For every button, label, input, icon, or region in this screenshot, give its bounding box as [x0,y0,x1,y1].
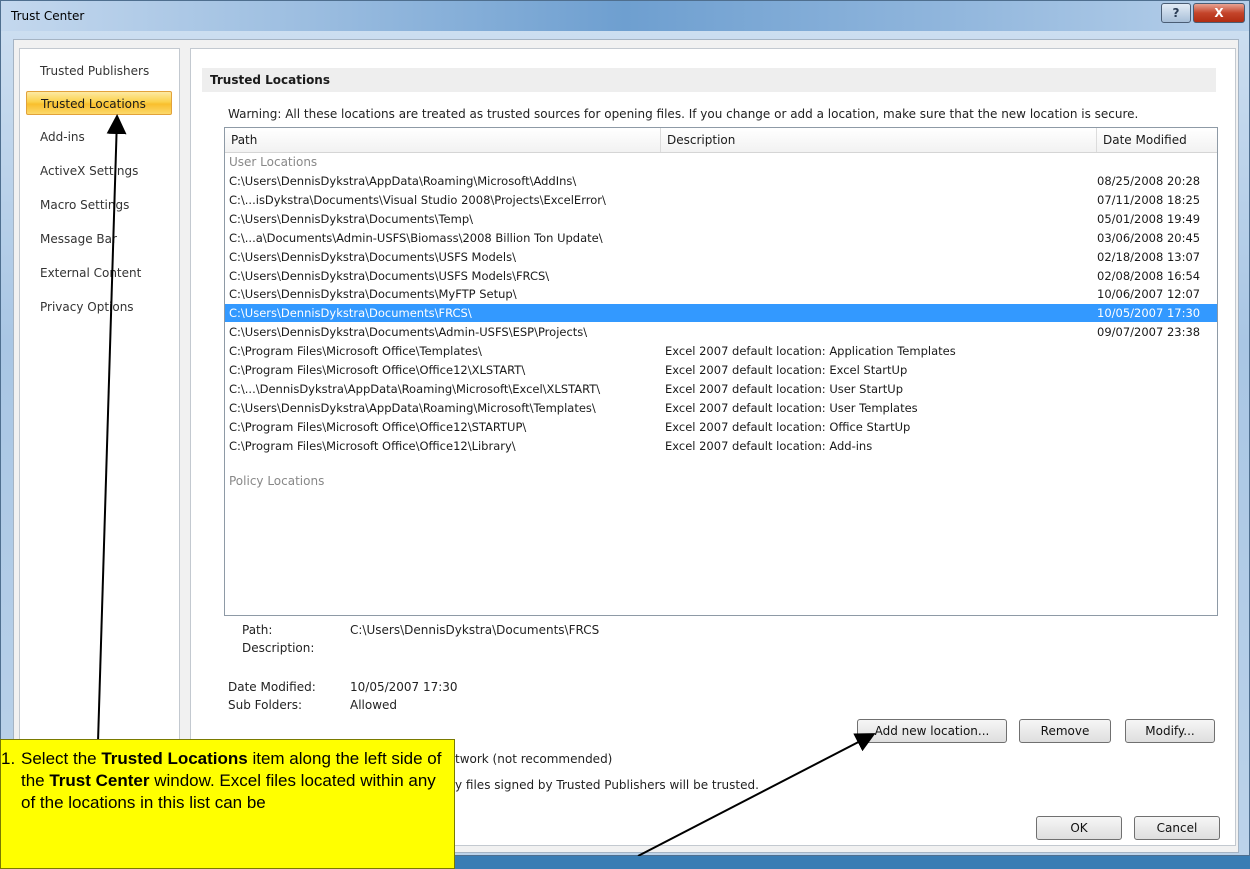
list-row[interactable]: C:\...\DennisDykstra\AppData\Roaming\Mic… [225,380,1217,398]
row-description: Excel 2007 default location: Excel Start… [665,363,908,377]
list-row[interactable]: C:\Users\DennisDykstra\Documents\USFS Mo… [225,267,1217,285]
list-row[interactable]: C:\Program Files\Microsoft Office\Office… [225,418,1217,436]
row-path: C:\Users\DennisDykstra\AppData\Roaming\M… [229,400,596,415]
sidebar-item-activex-settings[interactable]: ActiveX Settings [26,159,172,183]
allow-network-locations-text[interactable]: twork (not recommended) [455,752,612,766]
list-row[interactable]: C:\...a\Documents\Admin-USFS\Biomass\200… [225,229,1217,247]
row-description: Excel 2007 default location: Application… [665,344,956,359]
list-row[interactable]: C:\Program Files\Microsoft Office\Office… [225,437,1217,455]
row-path: C:\Users\DennisDykstra\Documents\USFS Mo… [229,249,516,264]
row-path: C:\Program Files\Microsoft Office\Office… [229,438,516,453]
row-date: 02/08/2008 16:54 [1097,268,1201,283]
column-header-description[interactable]: Description [661,128,1097,152]
title-bar[interactable]: Trust Center ? X [1,1,1249,31]
details-subfolders-label: Sub Folders: [228,698,303,712]
details-subfolders-value: Allowed [350,698,398,712]
list-row[interactable]: C:\Users\DennisDykstra\Documents\Temp\ 05… [225,210,1217,228]
row-date: 07/11/2008 18:25 [1097,192,1201,207]
sidebar-item-trusted-publishers[interactable]: Trusted Publishers [26,59,172,83]
sidebar-item-message-bar[interactable]: Message Bar [26,227,172,251]
row-date: 08/25/2008 20:28 [1097,174,1201,188]
row-date: 10/05/2007 17:30 [1097,306,1201,321]
list-row[interactable]: C:\Users\DennisDykstra\Documents\FRCS\ 10… [225,304,1217,323]
instruction-callout: 1. Select the Trusted Locations item alo… [0,739,455,869]
row-date: 10/06/2007 12:07 [1097,287,1201,302]
row-path: C:\Program Files\Microsoft Office\Office… [229,363,526,377]
ok-button[interactable]: OK [1036,816,1122,840]
window-title: Trust Center [11,9,85,23]
row-path: C:\...\DennisDykstra\AppData\Roaming\Mic… [229,381,601,396]
list-header: Path Description Date Modified [225,128,1217,153]
row-path: C:\Program Files\Microsoft Office\Office… [229,419,527,434]
list-row[interactable]: C:\Users\DennisDykstra\AppData\Roaming\M… [225,172,1217,190]
column-header-date-modified[interactable]: Date Modified [1097,128,1217,152]
details-date-value: 10/05/2007 17:30 [350,680,458,694]
row-path: C:\Users\DennisDykstra\AppData\Roaming\M… [229,174,577,188]
sidebar-item-trusted-locations[interactable]: Trusted Locations [26,91,172,115]
warning-text: Warning: All these locations are treated… [228,107,1139,121]
list-row[interactable]: C:\Users\DennisDykstra\Documents\USFS Mo… [225,248,1217,266]
row-path: C:\Users\DennisDykstra\Documents\FRCS\ [229,306,472,321]
details-path-value: C:\Users\DennisDykstra\Documents\FRCS [350,623,600,637]
details-date-label: Date Modified: [228,680,316,694]
remove-button[interactable]: Remove [1019,719,1111,743]
row-path: C:\Program Files\Microsoft Office\Templa… [229,344,482,359]
add-new-location-button[interactable]: Add new location... [857,719,1007,743]
row-date: 05/01/2008 19:49 [1097,211,1201,226]
list-row[interactable]: C:\Program Files\Microsoft Office\Office… [225,361,1217,379]
list-row[interactable]: C:\Users\DennisDykstra\Documents\MyFTP S… [225,285,1217,303]
row-path: C:\...isDykstra\Documents\Visual Studio … [229,192,606,207]
modify-button[interactable]: Modify... [1125,719,1215,743]
callout-bold-trust-center: Trust Center [49,771,150,790]
row-date: 02/18/2008 13:07 [1097,249,1201,264]
close-button[interactable]: X [1193,3,1245,23]
row-path: C:\...a\Documents\Admin-USFS\Biomass\200… [229,230,603,245]
group-label-user-locations: User Locations [229,155,318,169]
list-row[interactable]: C:\Users\DennisDykstra\Documents\Admin-U… [225,323,1217,341]
row-description: Excel 2007 default location: Office Star… [665,419,911,434]
row-date: 03/06/2008 20:45 [1097,230,1201,245]
row-path: C:\Users\DennisDykstra\Documents\Temp\ [229,211,473,226]
row-description: Excel 2007 default location: Add-ins [665,438,873,453]
row-date: 09/07/2007 23:38 [1097,325,1201,340]
details-path-label: Path: [242,623,273,637]
details-description-label: Description: [242,641,315,655]
row-description: Excel 2007 default location: User StartU… [665,381,903,396]
row-description: Excel 2007 default location: User Templa… [665,400,918,415]
sidebar-item-privacy-options[interactable]: Privacy Options [26,295,172,319]
list-row[interactable]: C:\Users\DennisDykstra\AppData\Roaming\M… [225,399,1217,417]
list-row[interactable]: C:\Program Files\Microsoft Office\Templa… [225,342,1217,360]
group-label-policy-locations: Policy Locations [229,474,325,488]
sidebar-item-add-ins[interactable]: Add-ins [26,125,172,149]
sidebar: Trusted Publishers Trusted Locations Add… [19,48,180,748]
callout-number: 1. [1,749,16,768]
help-button[interactable]: ? [1161,3,1191,23]
row-path: C:\Users\DennisDykstra\Documents\MyFTP S… [229,287,517,302]
row-path: C:\Users\DennisDykstra\Documents\USFS Mo… [229,268,550,283]
row-path: C:\Users\DennisDykstra\Documents\Admin-U… [229,325,588,340]
callout-bold-trusted-locations: Trusted Locations [101,749,248,768]
cancel-button[interactable]: Cancel [1134,816,1220,840]
trusted-locations-list[interactable]: Path Description Date Modified User Loca… [224,127,1218,616]
column-header-path[interactable]: Path [225,128,661,152]
list-row[interactable]: C:\...isDykstra\Documents\Visual Studio … [225,191,1217,209]
callout-text-1: Select the [21,749,102,768]
disable-trusted-locations-text[interactable]: y files signed by Trusted Publishers wil… [455,778,759,792]
sidebar-item-macro-settings[interactable]: Macro Settings [26,193,172,217]
sidebar-item-external-content[interactable]: External Content [26,261,172,285]
section-title: Trusted Locations [202,68,1216,92]
